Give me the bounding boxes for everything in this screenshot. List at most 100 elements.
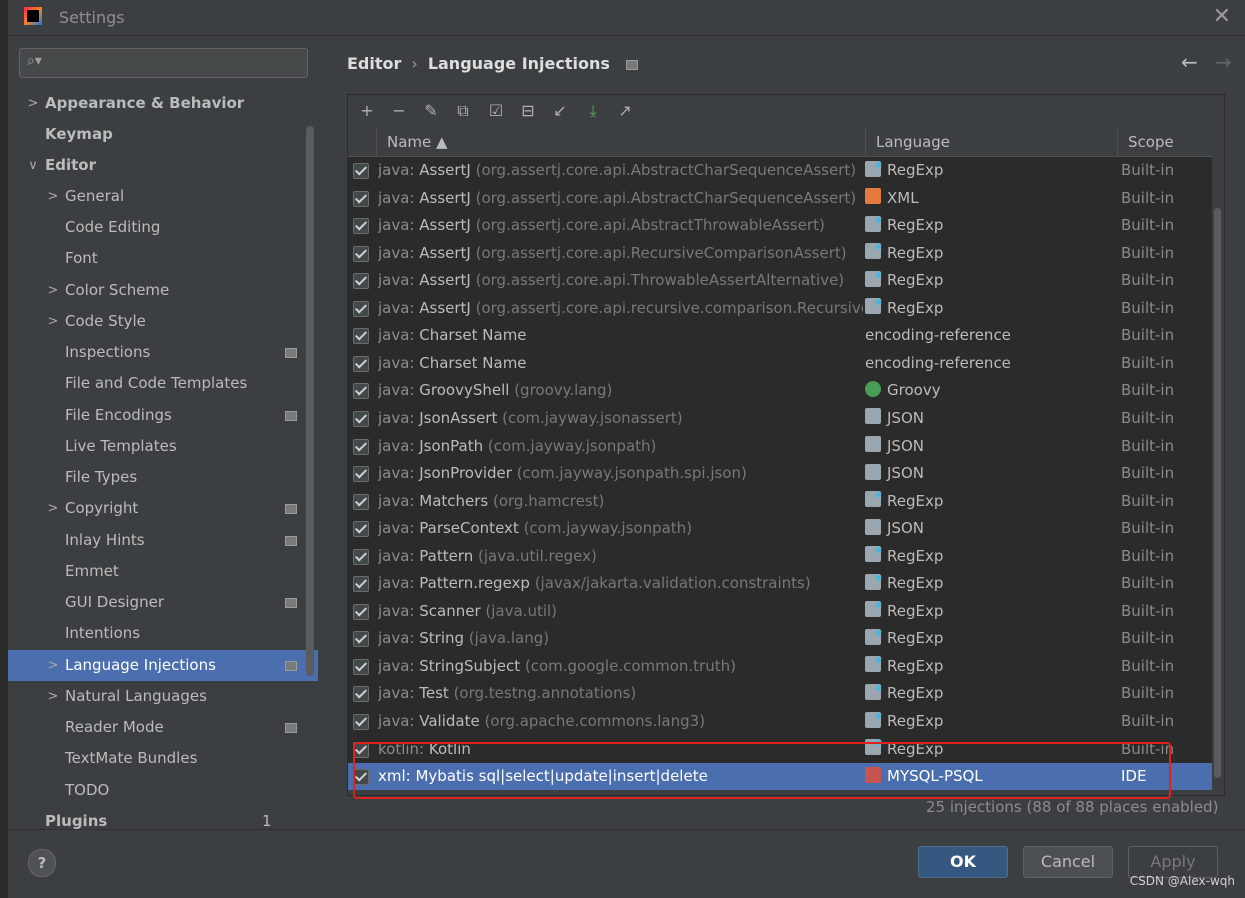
table-row[interactable]: java: AssertJ (org.assertj.core.api.Recu… [348,237,1212,268]
export-icon[interactable]: ↗ [614,100,636,122]
enabled-checkbox[interactable] [353,493,369,510]
breadcrumb-parent[interactable]: Editor [347,54,401,73]
download-icon[interactable]: ⤓ [582,100,604,122]
table-row[interactable]: java: Pattern (java.util.regex) RegExp Bui… [348,540,1212,571]
disable-icon[interactable]: ⊟ [517,100,539,122]
sidebar-item[interactable]: > Copyright [8,493,318,524]
ok-button[interactable]: OK [918,846,1008,878]
table-row[interactable]: java: Matchers (org.hamcrest) RegExp Built… [348,485,1212,516]
chevron-right-icon[interactable]: > [47,650,59,681]
sidebar-item[interactable]: File Encodings [8,400,318,431]
table-row[interactable]: java: Scanner (java.util) RegExp Built-in [348,595,1212,626]
sidebar-item[interactable]: Emmet [8,556,318,587]
enabled-checkbox[interactable] [353,383,369,400]
enabled-checkbox[interactable] [353,548,369,565]
import-icon[interactable]: ↙ [549,100,571,122]
enabled-checkbox[interactable] [353,658,369,675]
chevron-right-icon[interactable]: > [47,306,59,337]
sidebar-item[interactable]: Reader Mode [8,712,318,743]
table-row[interactable]: java: StringSubject (com.google.common.t… [348,650,1212,681]
enabled-checkbox[interactable] [353,273,369,290]
sidebar-item[interactable]: Code Editing [8,212,318,243]
sidebar-item-label: GUI Designer [65,593,164,611]
table-row[interactable]: java: AssertJ (org.assertj.core.api.Abst… [348,185,1212,213]
enabled-checkbox[interactable] [353,521,369,538]
column-header-scope[interactable]: Scope [1117,128,1212,156]
background-strip [0,0,8,897]
sidebar-item[interactable]: > Code Style [8,306,318,337]
sidebar-item[interactable]: TODO [8,775,318,806]
enabled-checkbox[interactable] [353,300,369,317]
table-row[interactable]: java: AssertJ (org.assertj.core.api.Abst… [348,210,1212,240]
sidebar-item[interactable]: File Types [8,462,318,493]
table-row[interactable]: java: AssertJ (org.assertj.core.api.Thro… [348,265,1212,295]
sidebar-item[interactable]: Inspections [8,337,318,368]
enabled-checkbox[interactable] [353,163,369,179]
table-row[interactable]: java: Charset Name encoding-reference Buil… [348,322,1212,350]
column-header-name[interactable]: Name ▲ [376,128,857,156]
table-row[interactable]: java: Pattern.regexp (javax/jakarta.vali… [348,568,1212,598]
table-row[interactable]: java: JsonPath (com.jayway.jsonpath) JSON… [348,433,1212,461]
enabled-checkbox[interactable] [353,714,369,730]
enabled-checkbox[interactable] [353,245,369,262]
sidebar-item[interactable]: > Natural Languages [8,681,318,712]
enabled-checkbox[interactable] [353,576,369,593]
close-icon[interactable]: ✕ [1213,4,1231,29]
table-row[interactable]: java: ParseContext (com.jayway.jsonpath)… [348,515,1212,543]
chevron-right-icon[interactable]: > [27,88,39,119]
table-row[interactable]: java: String (java.lang) RegExp Built-in [348,623,1212,653]
table-row[interactable]: java: Charset Name encoding-reference Buil… [348,350,1212,378]
chevron-right-icon[interactable]: > [47,275,59,306]
sidebar-item[interactable]: ∨ Editor [8,150,318,181]
table-row[interactable]: java: JsonAssert (com.jayway.jsonassert)… [348,405,1212,433]
sidebar-item[interactable]: GUI Designer [8,587,318,618]
enabled-checkbox[interactable] [353,190,369,207]
column-header-language[interactable]: Language [865,128,1111,156]
injection-name: java: AssertJ (org.assertj.core.api.Abst… [378,185,863,212]
sidebar-item[interactable]: > Appearance & Behavior [8,88,318,119]
search-input[interactable]: ⌕▾ [19,48,308,78]
sidebar-item[interactable]: Intentions [8,618,318,649]
table-row[interactable]: java: Test (org.testng.annotations) RegEx… [348,678,1212,708]
remove-icon[interactable]: − [388,100,410,122]
enabled-checkbox[interactable] [353,438,369,455]
chevron-down-icon[interactable]: ∨ [27,150,39,181]
sidebar-item[interactable]: Inlay Hints [8,525,318,556]
enabled-checkbox[interactable] [353,355,369,372]
enabled-checkbox[interactable] [353,466,369,483]
enabled-checkbox[interactable] [353,603,369,620]
sidebar-item[interactable]: File and Code Templates [8,368,318,399]
enabled-checkbox[interactable] [353,218,369,235]
table-row[interactable]: java: AssertJ (org.assertj.core.api.Abst… [348,155,1212,185]
injection-package: (org.assertj.core.api.AbstractThrowableA… [470,216,825,235]
forward-arrow-icon[interactable]: → [1215,50,1232,74]
edit-icon[interactable]: ✎ [420,100,442,122]
back-arrow-icon[interactable]: ← [1181,50,1198,74]
sidebar-item[interactable]: Live Templates [8,431,318,462]
table-row[interactable]: java: GroovyShell (groovy.lang) Groovy Bui… [348,377,1212,405]
enabled-checkbox[interactable] [353,686,369,703]
sidebar-item[interactable]: > Language Injections [8,650,318,681]
sidebar-item[interactable]: > Color Scheme [8,275,318,306]
cancel-button[interactable]: Cancel [1023,846,1113,878]
enable-icon[interactable]: ☑ [485,100,507,122]
chevron-right-icon[interactable]: > [47,181,59,212]
help-button[interactable]: ? [28,849,56,877]
sidebar-item[interactable]: > General [8,181,318,212]
table-row[interactable]: java: AssertJ (org.assertj.core.api.recu… [348,292,1212,323]
sidebar-scrollbar[interactable] [306,126,314,676]
enabled-checkbox[interactable] [353,328,369,345]
sidebar-item[interactable]: Keymap [8,119,318,150]
enabled-checkbox[interactable] [353,631,369,648]
add-icon[interactable]: + [356,100,378,122]
sidebar-item[interactable]: TextMate Bundles [8,743,318,774]
table-scrollbar-thumb[interactable] [1214,208,1221,778]
sidebar-item[interactable]: Font [8,243,318,274]
copy-icon[interactable]: ⧉ [452,100,474,122]
table-row[interactable]: java: Validate (org.apache.commons.lang3… [348,706,1212,736]
chevron-right-icon[interactable]: > [47,493,59,524]
chevron-right-icon[interactable]: > [47,681,59,712]
enabled-checkbox[interactable] [353,410,369,427]
table-scrollbar[interactable] [1212,128,1224,790]
table-row[interactable]: java: JsonProvider (com.jayway.jsonpath.… [348,460,1212,488]
